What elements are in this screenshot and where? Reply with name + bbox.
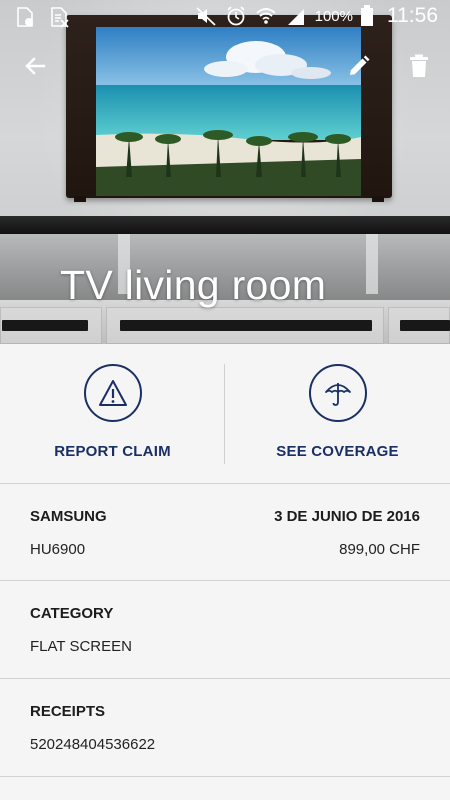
category-row: CATEGORY FLAT SCREEN: [0, 581, 450, 679]
receipts-label: RECEIPTS: [30, 703, 106, 720]
see-coverage-button[interactable]: SEE COVERAGE: [225, 344, 450, 484]
see-coverage-label: SEE COVERAGE: [276, 443, 399, 460]
report-claim-icon-circle: [83, 364, 142, 422]
receipts-row[interactable]: RECEIPTS 520248404536622: [0, 679, 450, 777]
wifi-icon: [256, 8, 276, 24]
pencil-icon: [350, 55, 370, 75]
mute-icon: [196, 7, 216, 26]
battery-icon: [361, 5, 373, 26]
item-detail-screen: TV living room 100% 11:56 REPORT CLAIM S…: [0, 0, 450, 800]
action-bar: REPORT CLAIM SEE COVERAGE: [0, 344, 450, 484]
sim-blocked-icon: [51, 7, 69, 28]
purchase-price: 899,00 CHF: [339, 541, 420, 558]
category-label: CATEGORY: [30, 605, 114, 622]
category-value: FLAT SCREEN: [30, 638, 132, 655]
report-claim-button[interactable]: REPORT CLAIM: [0, 344, 225, 484]
edit-button[interactable]: [343, 50, 375, 82]
status-bar: 100% 11:56: [0, 0, 450, 32]
clock: 11:56: [387, 4, 438, 27]
arrow-back-icon: [25, 57, 46, 75]
alarm-icon: [226, 6, 245, 26]
signal-icon: [287, 9, 304, 25]
back-button[interactable]: [19, 50, 51, 82]
tv-picture: [66, 15, 392, 202]
trash-icon: [410, 54, 428, 77]
model-value: HU6900: [30, 541, 86, 558]
umbrella-icon: [324, 383, 351, 406]
beach-scene-image: [96, 27, 361, 196]
delete-button[interactable]: [403, 50, 435, 82]
hero-photo: TV living room: [0, 0, 450, 344]
battery-percent: 100%: [314, 7, 353, 25]
brand-label: SAMSUNG: [30, 508, 107, 525]
purchase-date: 3 DE JUNIO DE 2016: [274, 508, 420, 525]
sim-card-icon: [17, 7, 33, 27]
see-coverage-icon-circle: [308, 364, 367, 422]
page-title: TV living room: [60, 262, 327, 308]
warning-triangle-icon: [98, 380, 127, 406]
receipts-value: 520248404536622: [30, 736, 156, 753]
report-claim-label: REPORT CLAIM: [54, 443, 171, 460]
product-info-row: SAMSUNG HU6900 3 DE JUNIO DE 2016 899,00…: [0, 484, 450, 581]
